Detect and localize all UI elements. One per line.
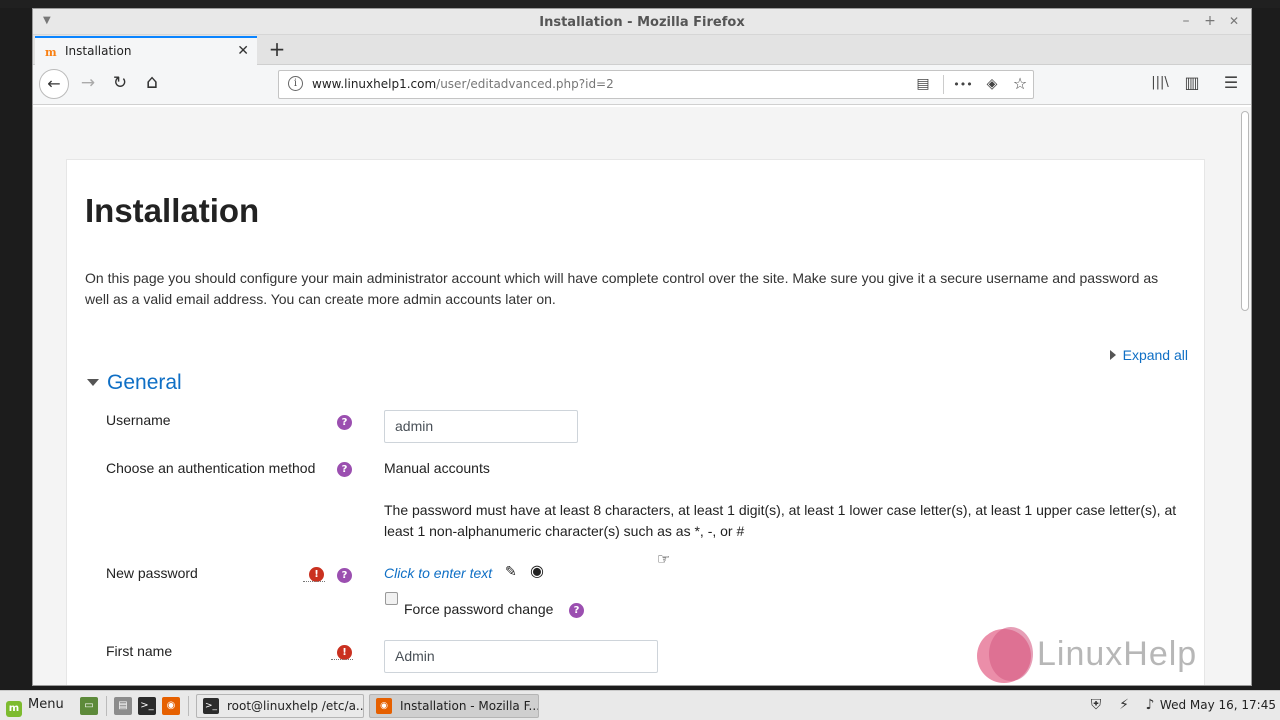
task-terminal-label: root@linuxhelp /etc/a... xyxy=(227,699,364,713)
mint-logo-icon: m xyxy=(6,701,22,717)
library-icon[interactable]: |||\ xyxy=(1149,75,1171,90)
username-label: Username xyxy=(106,412,171,428)
expand-all-label: Expand all xyxy=(1122,347,1188,363)
tab-installation[interactable]: m Installation ✕ xyxy=(35,36,257,65)
urlbar-separator xyxy=(943,75,944,94)
logo-text: LinuxHelp xyxy=(1037,635,1198,673)
reload-button[interactable]: ↻ xyxy=(109,73,131,93)
section-general-label: General xyxy=(107,371,182,394)
task-firefox[interactable]: ◉ Installation - Mozilla F... xyxy=(369,694,539,718)
force-password-change-checkbox[interactable] xyxy=(385,592,398,605)
tab-bar: m Installation ✕ + xyxy=(33,35,1251,65)
start-menu-button[interactable]: m Menu xyxy=(6,697,64,717)
home-button[interactable]: ⌂ xyxy=(141,71,163,93)
required-underline xyxy=(331,659,353,660)
password-policy-text: The password must have at least 8 charac… xyxy=(384,502,1177,539)
navigation-toolbar: ← → ↻ ⌂ i www.linuxhelp1.com/user/editad… xyxy=(33,65,1251,105)
username-input[interactable]: admin xyxy=(384,410,578,443)
url-bar[interactable]: i www.linuxhelp1.com/user/editadvanced.p… xyxy=(278,70,1034,99)
required-underline xyxy=(303,581,325,582)
browser-window: ▼ Installation - Mozilla Firefox – + ✕ m… xyxy=(32,8,1252,686)
clock[interactable]: Wed May 16, 17:45 xyxy=(1160,698,1276,712)
page-actions-icon[interactable]: ••• xyxy=(953,78,973,91)
pocket-icon[interactable]: ◈ xyxy=(982,76,1002,92)
eye-icon[interactable]: ◉ xyxy=(530,561,544,580)
page-title: Installation xyxy=(85,192,260,229)
username-help-icon[interactable]: ? xyxy=(337,415,352,430)
force-password-change-label: Force password change xyxy=(404,601,554,617)
url-path: /user/editadvanced.php?id=2 xyxy=(436,77,614,91)
tab-close-button[interactable]: ✕ xyxy=(237,43,249,59)
forward-button[interactable]: → xyxy=(77,73,99,93)
pencil-icon[interactable]: ✎ xyxy=(505,564,517,580)
url-text[interactable]: www.linuxhelp1.com/user/editadvanced.php… xyxy=(312,77,614,91)
password-help-icon[interactable]: ? xyxy=(337,568,352,583)
vertical-scrollbar[interactable] xyxy=(1239,109,1249,685)
taskbar-separator xyxy=(106,696,107,716)
task-firefox-label: Installation - Mozilla F... xyxy=(400,699,539,713)
start-menu-label: Menu xyxy=(28,697,64,712)
expand-all-link[interactable]: Expand all xyxy=(1109,347,1188,363)
taskbar-separator xyxy=(188,696,189,716)
section-general-header[interactable]: General xyxy=(87,371,182,395)
auth-method-label: Choose an authentication method xyxy=(106,460,316,476)
window-titlebar: ▼ Installation - Mozilla Firefox – + ✕ xyxy=(33,9,1251,35)
sidebar-icon[interactable]: ▥ xyxy=(1181,73,1203,92)
bookmark-star-icon[interactable]: ☆ xyxy=(1010,74,1030,93)
network-icon[interactable]: ⚡ xyxy=(1114,697,1134,713)
desktop-background xyxy=(0,0,1280,8)
back-button[interactable]: ← xyxy=(39,69,69,99)
new-password-label: New password xyxy=(106,565,198,581)
first-name-label: First name xyxy=(106,643,173,659)
firefox-launcher-icon[interactable]: ◉ xyxy=(162,697,180,715)
tab-title: Installation xyxy=(65,44,132,58)
password-required-icon: ! xyxy=(309,567,324,582)
minimize-button[interactable]: – xyxy=(1177,13,1195,29)
desktop-taskbar: m Menu ▭ ▤ >_ ◉ >_ root@linuxhelp /etc/a.… xyxy=(0,690,1280,720)
shield-icon[interactable]: ⛨ xyxy=(1086,697,1106,713)
page-content: Installation On this page you should con… xyxy=(33,107,1251,685)
first-name-input[interactable]: Admin xyxy=(384,640,658,673)
site-info-icon[interactable]: i xyxy=(288,76,303,91)
window-title: Installation - Mozilla Firefox xyxy=(539,15,745,30)
auth-method-value: Manual accounts xyxy=(384,460,490,476)
terminal-icon: >_ xyxy=(203,698,219,714)
auth-method-help-icon[interactable]: ? xyxy=(337,462,352,477)
collapse-triangle-icon xyxy=(87,379,99,386)
new-tab-button[interactable]: + xyxy=(265,37,289,61)
scrollbar-thumb[interactable] xyxy=(1241,111,1249,311)
url-host: www.linuxhelp1.com xyxy=(312,77,437,91)
password-click-to-edit[interactable]: Click to enter text xyxy=(384,565,492,581)
mouse-cursor-icon: ☞ xyxy=(657,550,671,568)
file-manager-icon[interactable]: ▤ xyxy=(114,697,132,715)
expand-triangle-icon xyxy=(1109,350,1116,360)
close-window-button[interactable]: ✕ xyxy=(1225,14,1243,28)
force-change-help-icon[interactable]: ? xyxy=(569,603,584,618)
hamburger-menu-icon[interactable]: ☰ xyxy=(1220,73,1242,92)
firefox-icon: ◉ xyxy=(376,698,392,714)
task-terminal[interactable]: >_ root@linuxhelp /etc/a... xyxy=(196,694,364,718)
maximize-button[interactable]: + xyxy=(1201,13,1219,29)
linuxhelp-watermark-logo: LinuxHelp xyxy=(975,627,1235,685)
intro-text: On this page you should configure your m… xyxy=(85,270,1159,307)
first-name-required-icon: ! xyxy=(337,645,352,660)
terminal-launcher-icon[interactable]: >_ xyxy=(138,697,156,715)
installation-card: Installation On this page you should con… xyxy=(66,159,1205,685)
reader-view-icon[interactable]: ▤ xyxy=(913,76,933,92)
show-desktop-icon[interactable]: ▭ xyxy=(80,697,98,715)
volume-icon[interactable]: ♪ xyxy=(1140,697,1160,713)
moodle-favicon-icon: m xyxy=(45,46,57,59)
logo-circle-overlay xyxy=(989,627,1033,681)
